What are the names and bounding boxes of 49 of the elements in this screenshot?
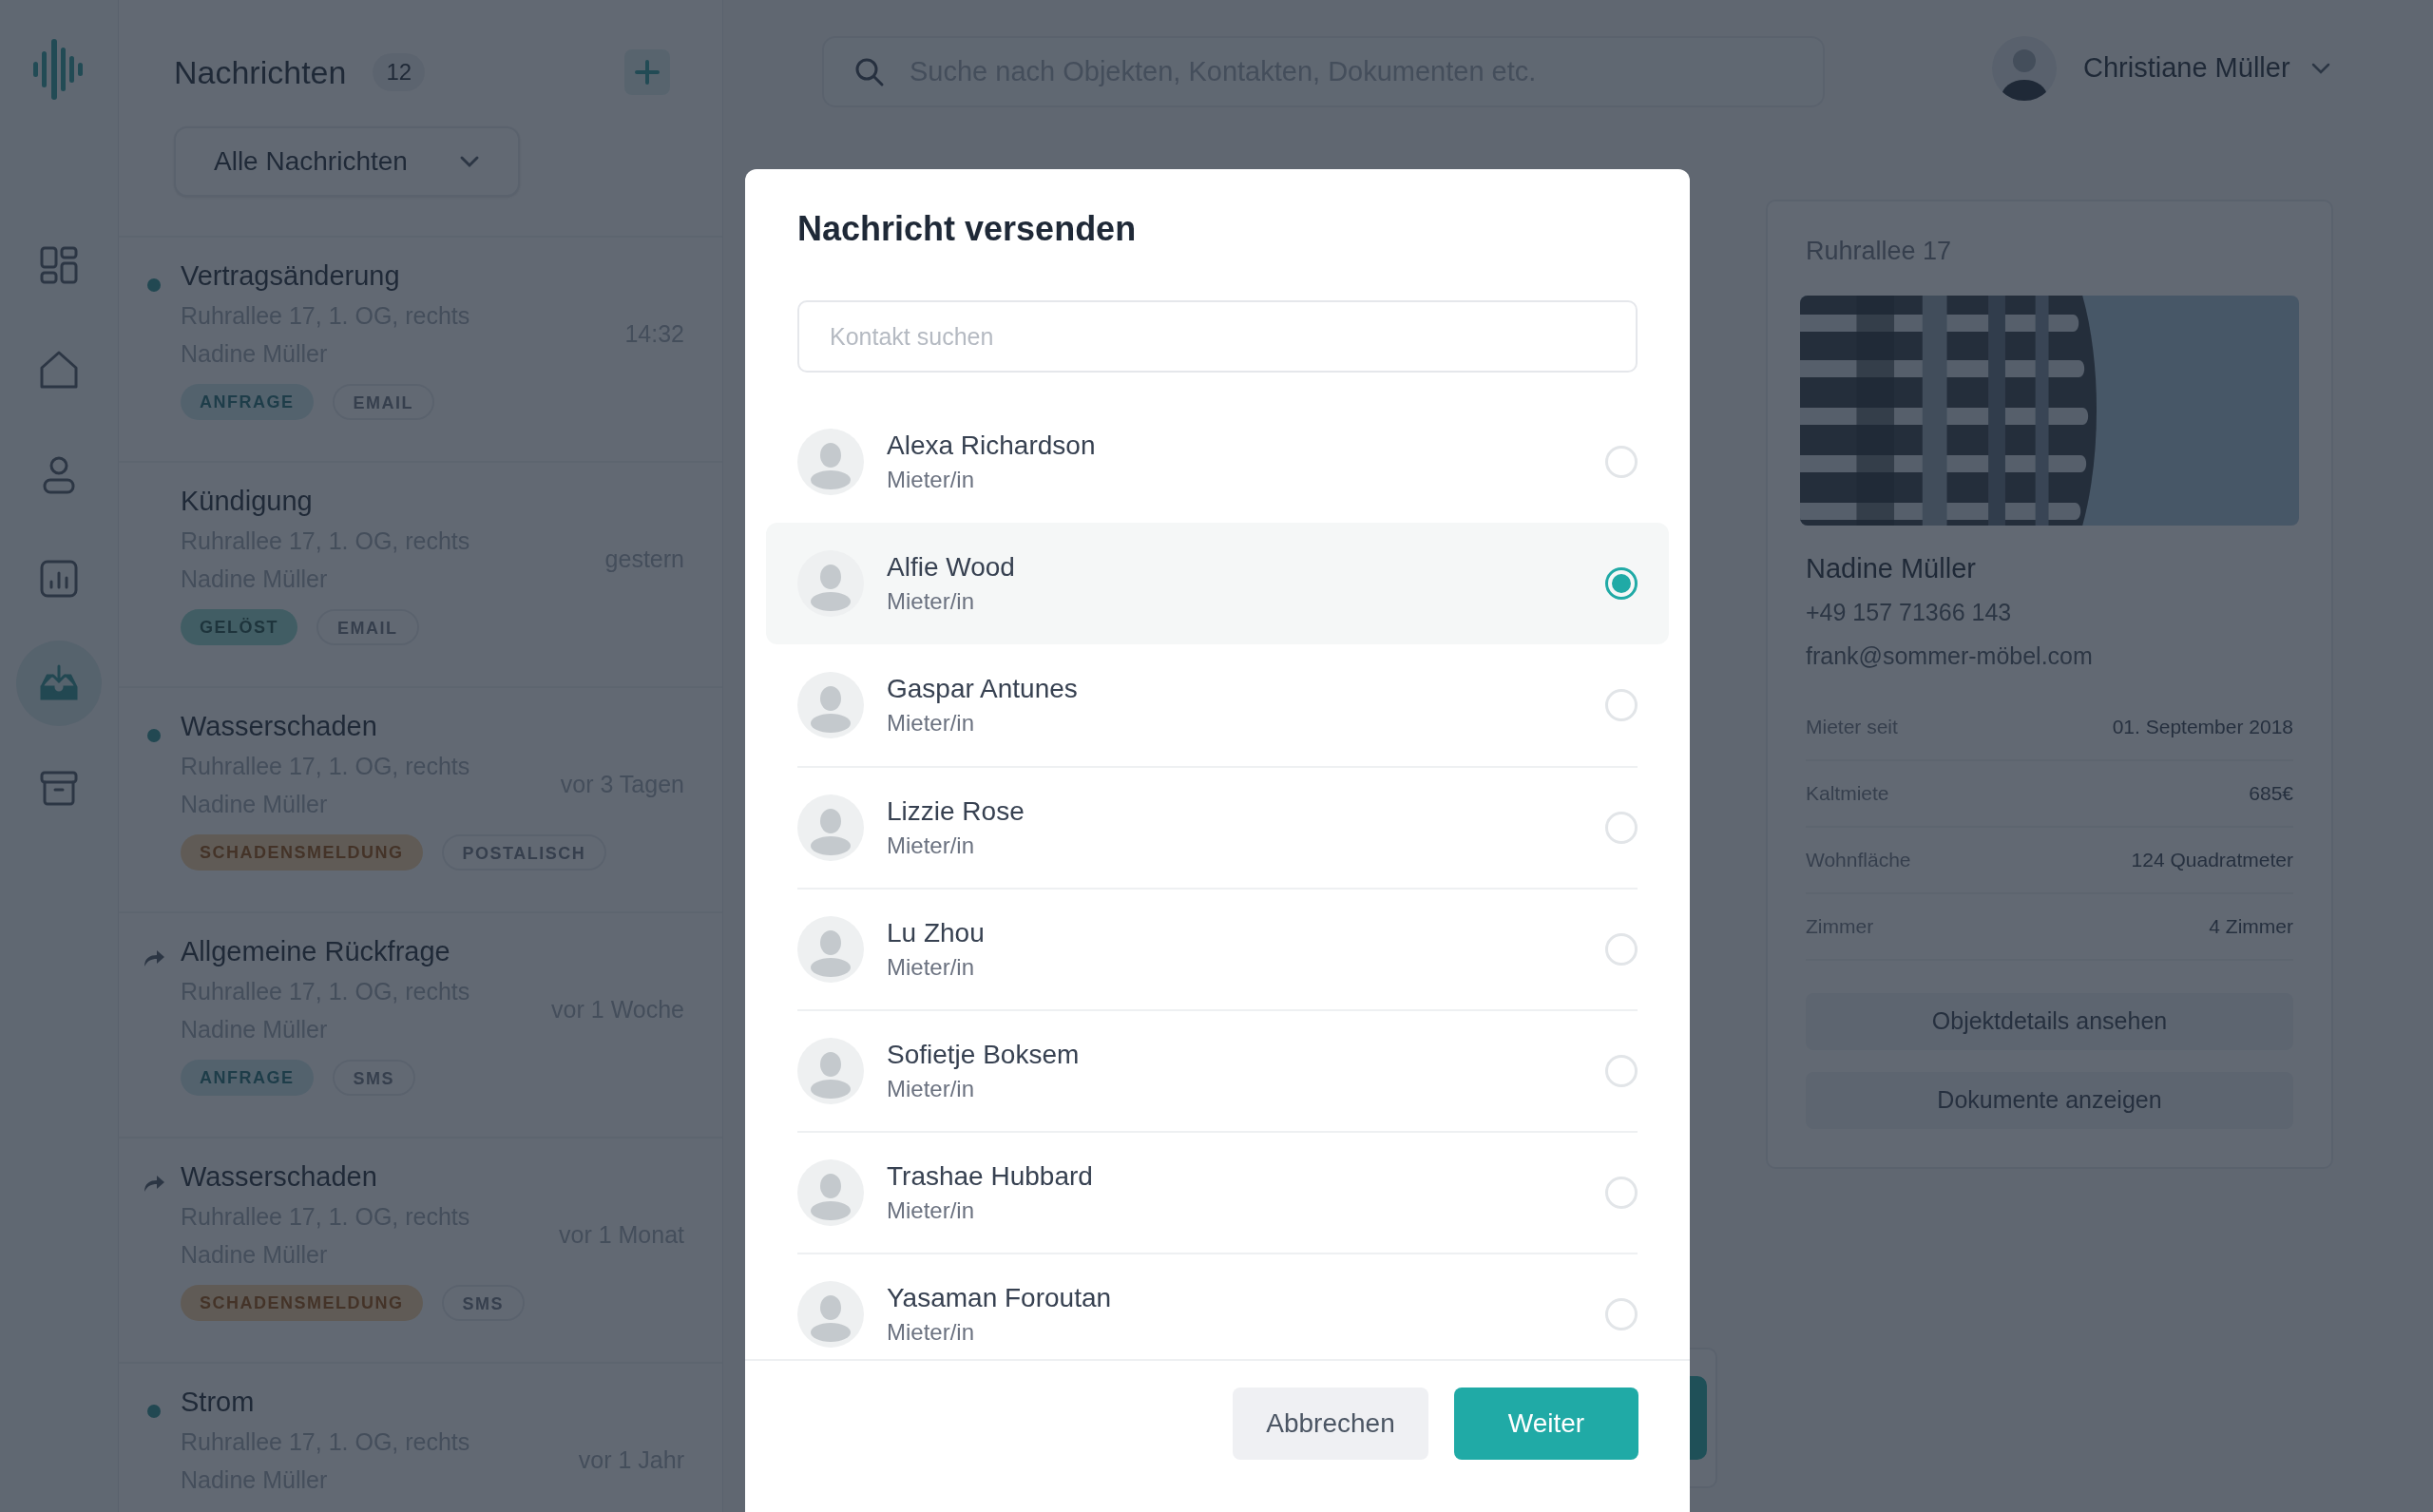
cancel-button[interactable]: Abbrechen	[1233, 1388, 1428, 1460]
contact-role: Mieter/in	[887, 832, 976, 860]
detail-value: 4 Zimmer	[2209, 914, 2293, 940]
contact-name: Nadine Müller	[1806, 551, 1977, 585]
contact-search-field[interactable]: Kontakt suchen	[797, 300, 1638, 373]
contact-role: Mieter/in	[887, 587, 976, 616]
contact-row[interactable]: Alfie Wood Mieter/in	[766, 523, 1669, 644]
contact-name: Gaspar Antunes	[887, 673, 1078, 705]
contact-name: Sofietje Boksem	[887, 1039, 1080, 1071]
contact-name: Yasaman Foroutan	[887, 1282, 1112, 1314]
contact-row[interactable]: Lu Zhou Mieter/in	[766, 888, 1669, 1009]
contact-name: Alexa Richardson	[887, 430, 1096, 462]
message-title: Allgemeine Rückfrage	[181, 935, 451, 968]
radio-button[interactable]	[1605, 567, 1638, 600]
message-title: Kündigung	[181, 485, 314, 518]
contact-role: Mieter/in	[887, 1318, 976, 1347]
contact-name: Lu Zhou	[887, 917, 985, 949]
contact-row[interactable]: Alexa Richardson Mieter/in	[766, 401, 1669, 523]
contact-name: Alfie Wood	[887, 551, 1015, 584]
detail-value: 01. September 2018	[2112, 715, 2293, 740]
avatar-icon	[797, 794, 864, 861]
contact-role: Mieter/in	[887, 466, 976, 494]
avatar-icon	[797, 916, 864, 983]
contact-role: Mieter/in	[887, 953, 976, 982]
dialog-title: Nachricht versenden	[797, 208, 1138, 250]
contact-row[interactable]: Sofietje Boksem Mieter/in	[766, 1009, 1669, 1131]
contact-role: Mieter/in	[887, 709, 976, 737]
avatar-icon	[797, 1281, 864, 1348]
contact-row[interactable]: Gaspar Antunes Mieter/in	[766, 644, 1669, 766]
avatar-icon	[797, 550, 864, 617]
avatar-icon	[797, 1038, 864, 1104]
list-title: Nachrichten	[174, 52, 347, 92]
user-name: Christiane Müller	[2083, 51, 2290, 86]
avatar-icon	[797, 672, 864, 738]
contact-role: Mieter/in	[887, 1196, 976, 1225]
message-title: Strom	[181, 1386, 256, 1419]
detail-value: 124 Quadratmeter	[2131, 848, 2293, 873]
avatar-icon	[797, 429, 864, 495]
contact-row[interactable]: Lizzie Rose Mieter/in	[766, 766, 1669, 888]
message-title: Vertragsänderung	[181, 259, 401, 293]
message-title: Wasserschaden	[181, 1160, 378, 1194]
contact-name: Trashae Hubbard	[887, 1160, 1093, 1193]
avatar-icon	[797, 1159, 864, 1226]
detail-value: 685€	[2249, 781, 2293, 807]
contact-row[interactable]: Yasaman Foroutan Mieter/in	[766, 1253, 1669, 1359]
contact-role: Mieter/in	[887, 1075, 976, 1103]
contact-row[interactable]: Trashae Hubbard Mieter/in	[766, 1131, 1669, 1253]
contact-name: Lizzie Rose	[887, 795, 1025, 828]
message-title: Wasserschaden	[181, 710, 378, 743]
